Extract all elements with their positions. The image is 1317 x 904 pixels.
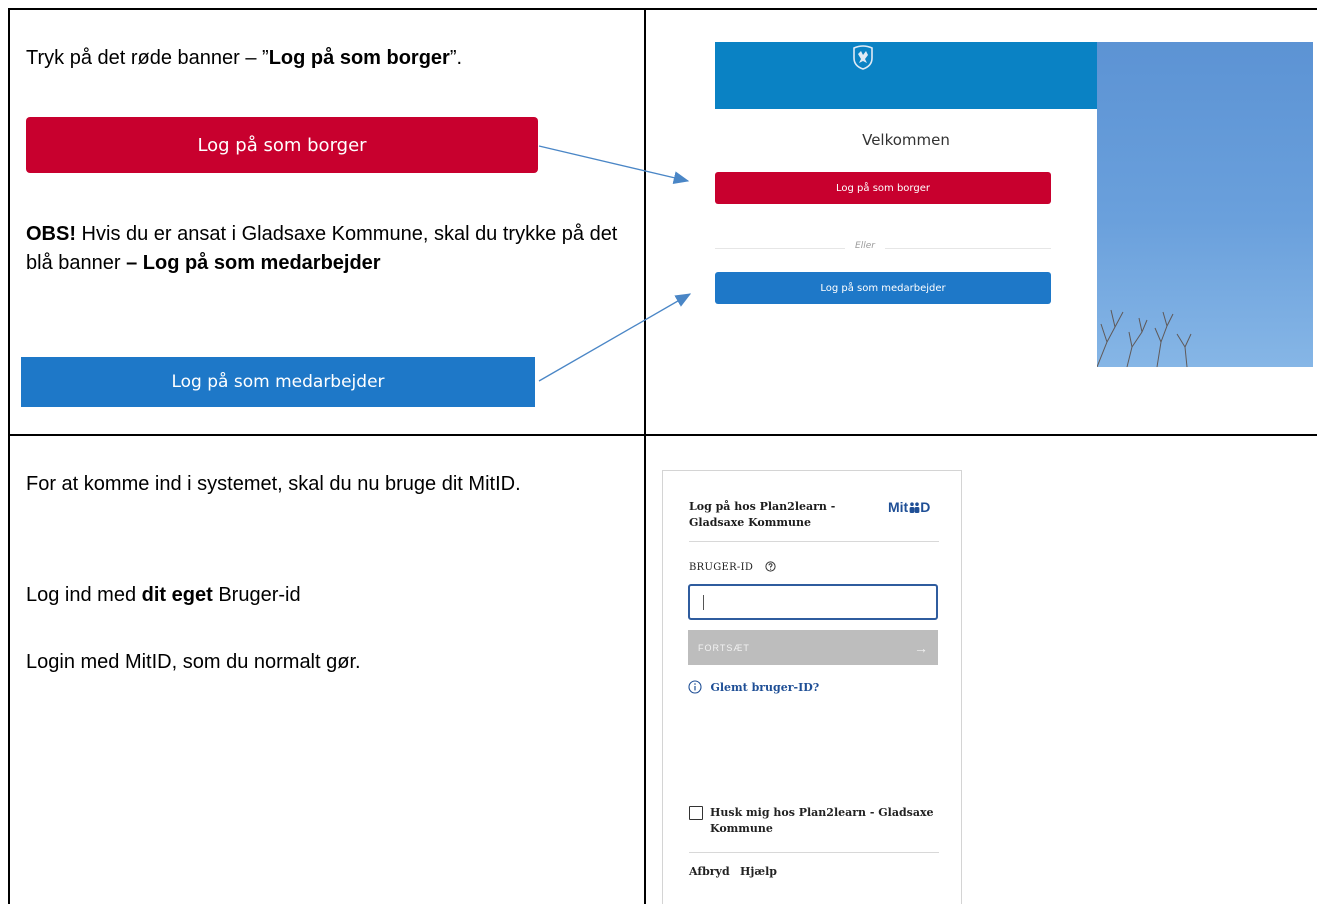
remember-me-line2: Kommune: [710, 822, 773, 835]
table-row-divider: [8, 434, 1317, 436]
mitid-footer-divider: [689, 852, 939, 853]
citizen-login-button-label: Log på som borger: [836, 182, 930, 194]
mitid-dialog-title: Log på hos Plan2learn - Gladsaxe Kommune: [689, 499, 879, 531]
user-id-suffix: Bruger-id: [212, 584, 301, 606]
mitid-instruction: For at komme ind i systemet, skal du nu …: [26, 473, 521, 495]
or-divider-right: [885, 248, 1051, 249]
or-divider-text: Eller: [855, 241, 875, 251]
remember-me-label: Husk mig hos Plan2learn - Gladsaxe Kommu…: [710, 805, 940, 837]
mitid-logo-suffix: D: [920, 499, 931, 515]
mitid-logo: Mit D: [888, 499, 930, 515]
help-link[interactable]: Hjælp: [740, 865, 777, 878]
continue-button[interactable]: FORTSÆT →: [688, 630, 938, 665]
forgot-user-id-text: Glemt bruger-ID?: [710, 681, 820, 694]
obs-note: OBS! Hvis du er ansat i Gladsaxe Kommune…: [26, 220, 626, 278]
forgot-user-id-link[interactable]: Glemt bruger-ID?: [688, 678, 819, 696]
remember-me-checkbox[interactable]: [689, 806, 703, 820]
mitid-title-line1: Log på hos Plan2learn -: [689, 500, 836, 513]
user-id-prefix: Log ind med: [26, 584, 142, 606]
table-border-left: [8, 8, 10, 904]
mitid-title-line2: Gladsaxe Kommune: [689, 516, 812, 529]
mitid-people-icon: [909, 502, 920, 513]
mitid-logo-text: Mit: [888, 499, 909, 515]
text-cursor: [703, 595, 704, 610]
intro-instruction: Tryk på det røde banner – ”Log på som bo…: [26, 44, 626, 73]
obs-label: OBS!: [26, 223, 76, 245]
employee-login-button[interactable]: Log på som medarbejder: [715, 272, 1051, 304]
or-divider-left: [715, 248, 845, 249]
intro-bold: Log på som borger: [268, 47, 450, 69]
user-id-label-text: BRUGER-ID: [689, 562, 754, 573]
intro-suffix: ”.: [449, 47, 463, 69]
citizen-login-banner-label: Log på som borger: [197, 134, 367, 156]
remember-me-line1: Husk mig hos Plan2learn - Gladsaxe: [710, 806, 934, 819]
table-column-divider: [644, 8, 646, 904]
user-id-bold: dit eget: [141, 584, 213, 606]
employee-login-banner-label: Log på som medarbejder: [171, 372, 385, 392]
info-circle-icon: [688, 680, 702, 694]
user-id-input[interactable]: [688, 584, 938, 620]
user-id-instruction: Log ind med dit eget Bruger-id: [26, 581, 626, 610]
mitid-header-divider: [689, 541, 939, 542]
cancel-link[interactable]: Afbryd: [689, 865, 730, 878]
tree-branches-icon: [1097, 309, 1192, 367]
welcome-heading: Velkommen: [862, 131, 950, 149]
employee-login-banner[interactable]: Log på som medarbejder: [21, 357, 535, 407]
table-border-top: [8, 8, 1317, 10]
arrow-right-icon: →: [914, 639, 928, 656]
citizen-login-button[interactable]: Log på som borger: [715, 172, 1051, 204]
arrow-to-citizen-button: [538, 145, 690, 185]
user-id-label: BRUGER-ID: [689, 561, 776, 573]
citizen-login-banner[interactable]: Log på som borger: [26, 117, 538, 173]
gladsaxe-crest-icon: [853, 45, 873, 70]
employee-login-button-label: Log på som medarbejder: [820, 282, 946, 294]
login-page-background-photo: [1097, 42, 1313, 367]
arrow-to-employee-button: [538, 293, 692, 382]
continue-button-label: FORTSÆT: [698, 642, 750, 653]
login-instruction: Login med MitID, som du normalt gør.: [26, 651, 361, 673]
login-page-header: [715, 42, 1097, 109]
intro-prefix: Tryk på det røde banner – ”: [26, 47, 269, 69]
help-circle-icon[interactable]: [765, 561, 776, 572]
obs-bold-banner: – Log på som medarbejder: [126, 252, 381, 274]
